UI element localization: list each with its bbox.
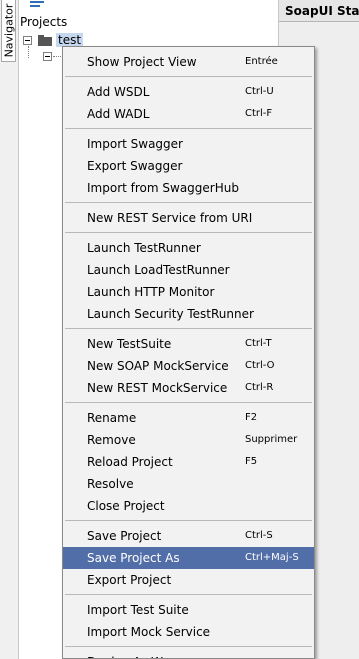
menu-item-label: Add WSDL: [87, 85, 150, 99]
menu-item-shortcut: Entrée: [245, 56, 278, 67]
menu-item-label: New TestSuite: [87, 337, 172, 351]
menu-item-resolve[interactable]: Resolve: [63, 473, 314, 495]
menu-item-remove[interactable]: Remove Supprimer: [63, 429, 314, 451]
menu-item-label: Import Test Suite: [87, 603, 189, 617]
navigator-tab-label: Navigator: [2, 3, 16, 58]
menu-item-shortcut: Ctrl+Maj-S: [245, 552, 299, 563]
menu-item-deploy-as-war[interactable]: Deploy As War: [63, 651, 314, 658]
menu-item-shortcut: Ctrl-S: [245, 530, 273, 541]
menu-item-label: New SOAP MockService: [87, 359, 229, 373]
menu-item-launch-http-monitor[interactable]: Launch HTTP Monitor: [63, 281, 314, 303]
menu-item-shortcut: Supprimer: [245, 434, 298, 445]
menu-item-label: Save Project As: [87, 551, 180, 565]
menu-item-shortcut: Ctrl-R: [245, 382, 274, 393]
menu-item-label: New REST MockService: [87, 381, 228, 395]
menu-item-show-project-view[interactable]: Show Project View Entrée: [63, 51, 314, 73]
tab-soapui-starter[interactable]: SoapUI Starter: [279, 0, 359, 22]
menu-item-label: Launch Security TestRunner: [87, 307, 254, 321]
menu-item-shortcut: Ctrl-O: [245, 360, 275, 371]
menu-item-label: Launch HTTP Monitor: [87, 285, 215, 299]
navigator-strip: Navigator: [0, 0, 19, 659]
menu-item-label: Export Swagger: [87, 159, 183, 173]
menu-item-import-swagger[interactable]: Import Swagger: [63, 133, 314, 155]
menu-item-shortcut: F2: [245, 412, 258, 423]
project-name-label[interactable]: test: [56, 33, 84, 47]
menu-item-label: Close Project: [87, 499, 165, 513]
menu-item-label: Reload Project: [87, 455, 173, 469]
context-menu: Show Project View Entrée Add WSDL Ctrl-U Add…: [62, 46, 315, 659]
menu-item-save-project[interactable]: Save Project Ctrl-S: [63, 525, 314, 547]
tree-connector: [28, 46, 30, 58]
tree-node-project[interactable]: test: [23, 33, 84, 47]
menu-item-shortcut: F5: [245, 456, 258, 467]
menu-item-label: Resolve: [87, 477, 134, 491]
menu-separator: [63, 517, 314, 525]
menu-item-label: Import Swagger: [87, 137, 183, 151]
menu-item-label: Save Project: [87, 529, 162, 543]
menu-separator: [63, 73, 314, 81]
menu-item-label: Show Project View: [87, 55, 197, 69]
menu-separator: [63, 325, 314, 333]
menu-item-new-testsuite[interactable]: New TestSuite Ctrl-T: [63, 333, 314, 355]
menu-item-shortcut: Ctrl-U: [245, 86, 274, 97]
menu-item-label: Add WADL: [87, 107, 150, 121]
menu-item-label: Launch TestRunner: [87, 241, 201, 255]
menu-item-launch-security-testrunner[interactable]: Launch Security TestRunner: [63, 303, 314, 325]
menu-item-import-test-suite[interactable]: Import Test Suite: [63, 599, 314, 621]
menu-separator: [63, 199, 314, 207]
menu-item-new-rest-service-from-uri[interactable]: New REST Service from URI: [63, 207, 314, 229]
menu-item-label: Import from SwaggerHub: [87, 181, 239, 195]
list-view-icon[interactable]: [30, 1, 44, 9]
menu-item-save-project-as[interactable]: Save Project As Ctrl+Maj-S: [63, 547, 314, 569]
menu-item-launch-testrunner[interactable]: Launch TestRunner: [63, 237, 314, 259]
menu-separator: [63, 125, 314, 133]
menu-item-label: New REST Service from URI: [87, 211, 253, 225]
subnode-collapse-icon[interactable]: [43, 52, 52, 61]
menu-item-label: Rename: [87, 411, 137, 425]
folder-icon: [38, 34, 52, 46]
menu-item-export-swagger[interactable]: Export Swagger: [63, 155, 314, 177]
menu-item-add-wsdl[interactable]: Add WSDL Ctrl-U: [63, 81, 314, 103]
menu-item-add-wadl[interactable]: Add WADL Ctrl-F: [63, 103, 314, 125]
menu-item-label: Launch LoadTestRunner: [87, 263, 230, 277]
menu-item-new-rest-mockservice[interactable]: New REST MockService Ctrl-R: [63, 377, 314, 399]
tree-root-projects[interactable]: Projects: [20, 15, 67, 29]
menu-separator: [63, 229, 314, 237]
collapse-icon[interactable]: [23, 35, 32, 45]
menu-item-launch-loadtestrunner[interactable]: Launch LoadTestRunner: [63, 259, 314, 281]
menu-item-label: Remove: [87, 433, 136, 447]
menu-item-export-project[interactable]: Export Project: [63, 569, 314, 591]
menu-item-label: Export Project: [87, 573, 172, 587]
menu-item-shortcut: Ctrl-F: [245, 108, 273, 119]
menu-item-reload-project[interactable]: Reload Project F5: [63, 451, 314, 473]
menu-item-import-from-swaggerhub[interactable]: Import from SwaggerHub: [63, 177, 314, 199]
menu-item-label: Deploy As War: [87, 651, 175, 658]
menu-separator: [63, 591, 314, 599]
menu-item-shortcut: Ctrl-T: [245, 338, 272, 349]
menu-item-rename[interactable]: Rename F2: [63, 407, 314, 429]
menu-item-new-soap-mockservice[interactable]: New SOAP MockService Ctrl-O: [63, 355, 314, 377]
menu-separator: [63, 643, 314, 651]
menu-item-close-project[interactable]: Close Project: [63, 495, 314, 517]
menu-item-label: Import Mock Service: [87, 625, 211, 639]
navigator-tab[interactable]: Navigator: [1, 0, 16, 62]
menu-separator: [63, 399, 314, 407]
menu-item-import-mock-service[interactable]: Import Mock Service: [63, 621, 314, 643]
